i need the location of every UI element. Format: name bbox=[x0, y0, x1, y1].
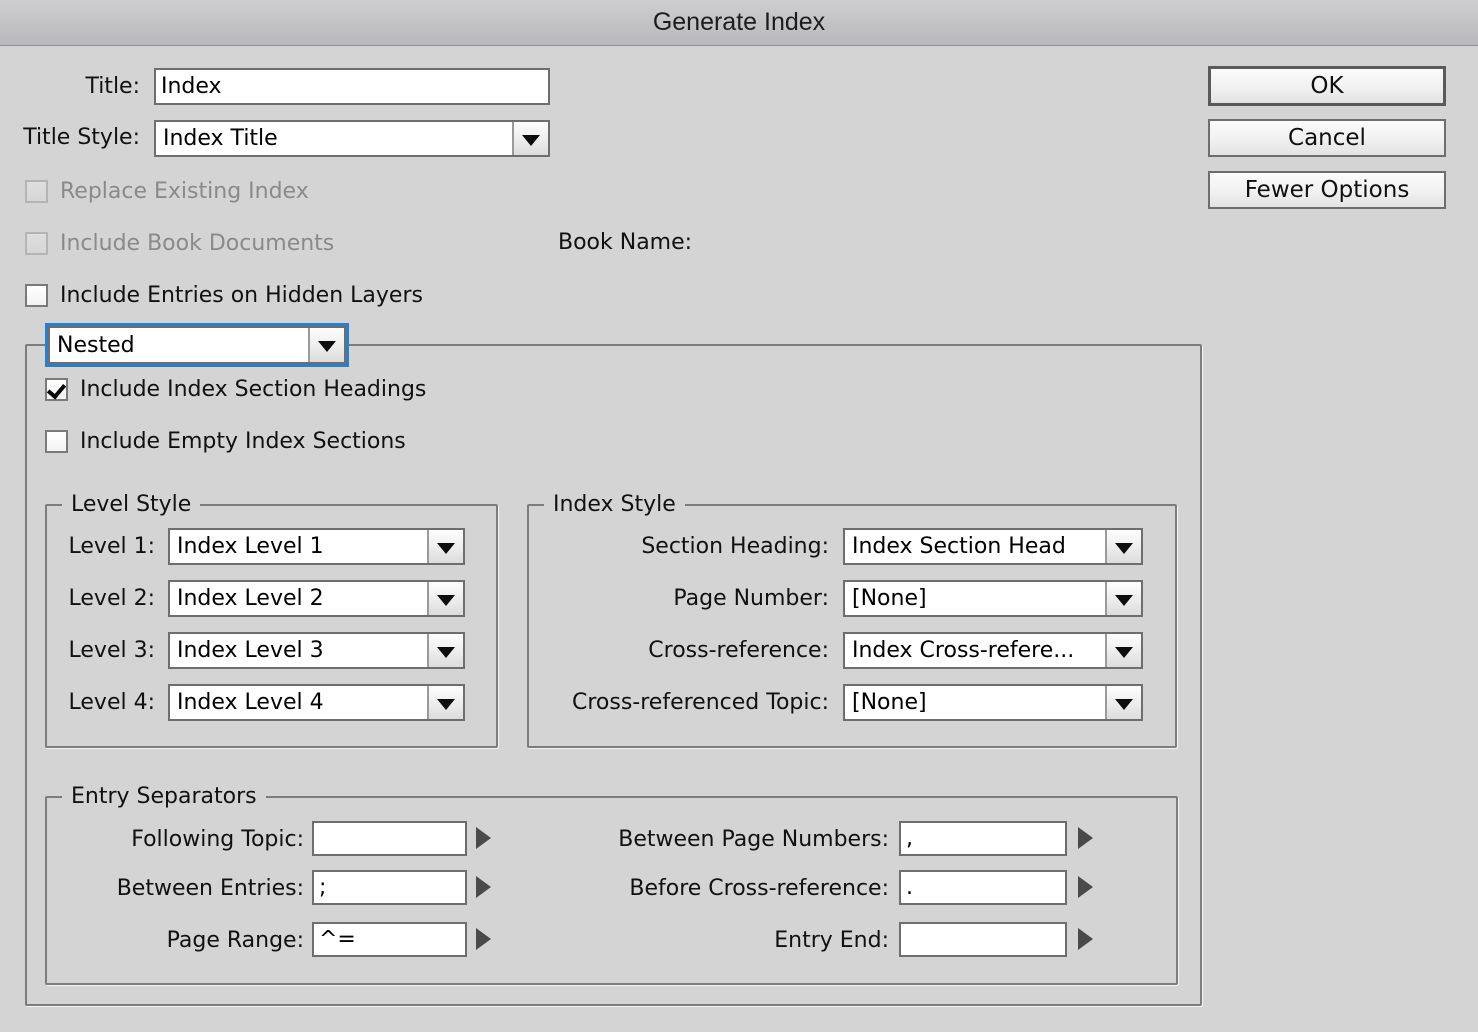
checkbox-label-replace-existing-index: Replace Existing Index bbox=[60, 179, 309, 204]
checkbox-include-index-section-headings[interactable]: Include Index Section Headings bbox=[45, 377, 426, 402]
before-cross-reference-label: Before Cross-reference: bbox=[555, 876, 889, 901]
chevron-down-icon[interactable] bbox=[308, 328, 344, 362]
checkbox-include-hidden-layers[interactable]: Include Entries on Hidden Layers bbox=[25, 283, 423, 308]
window-title: Generate Index bbox=[0, 0, 1478, 45]
title-label: Title: bbox=[0, 74, 140, 99]
cancel-button[interactable]: Cancel bbox=[1208, 119, 1446, 157]
level-4-label: Level 4: bbox=[45, 690, 155, 715]
between-entries-label: Between Entries: bbox=[60, 876, 304, 901]
entry-separators-group-title: Entry Separators bbox=[62, 784, 266, 809]
index-format-dropdown[interactable]: Nested bbox=[48, 326, 346, 364]
cross-referenced-topic-label: Cross-referenced Topic: bbox=[527, 690, 829, 715]
cross-reference-value: Index Cross-refere... bbox=[845, 634, 1105, 667]
chevron-down-icon[interactable] bbox=[427, 686, 463, 719]
checkbox-replace-existing-index[interactable]: Replace Existing Index bbox=[25, 179, 309, 204]
following-topic-label: Following Topic: bbox=[60, 827, 304, 852]
before-cross-reference-menu-icon[interactable] bbox=[1078, 876, 1093, 898]
checkbox-box-include-index-section-headings[interactable] bbox=[45, 378, 68, 401]
level-3-value: Index Level 3 bbox=[170, 634, 427, 667]
page-number-label: Page Number: bbox=[527, 586, 829, 611]
cross-reference-dropdown[interactable]: Index Cross-refere... bbox=[843, 632, 1143, 669]
between-page-numbers-input[interactable]: , bbox=[899, 821, 1067, 856]
between-entries-input[interactable]: ; bbox=[312, 870, 467, 905]
level-2-value: Index Level 2 bbox=[170, 582, 427, 615]
window-title-bar[interactable]: Generate Index bbox=[0, 0, 1478, 46]
level-style-group-title: Level Style bbox=[62, 492, 200, 517]
cross-referenced-topic-value: [None] bbox=[845, 686, 1105, 719]
section-heading-dropdown[interactable]: Index Section Head bbox=[843, 528, 1143, 565]
chevron-down-icon[interactable] bbox=[427, 582, 463, 615]
checkbox-box-include-hidden-layers[interactable] bbox=[25, 284, 48, 307]
section-heading-label: Section Heading: bbox=[527, 534, 829, 559]
following-topic-input[interactable] bbox=[312, 821, 467, 856]
checkbox-label-include-empty-index-sections: Include Empty Index Sections bbox=[80, 429, 406, 454]
page-range-label: Page Range: bbox=[60, 928, 304, 953]
chevron-down-icon[interactable] bbox=[1105, 582, 1141, 615]
level-2-label: Level 2: bbox=[45, 586, 155, 611]
chevron-down-icon[interactable] bbox=[1105, 686, 1141, 719]
entry-end-menu-icon[interactable] bbox=[1078, 928, 1093, 950]
checkbox-label-include-book-documents: Include Book Documents bbox=[60, 231, 334, 256]
checkbox-box-include-empty-index-sections[interactable] bbox=[45, 430, 68, 453]
checkbox-label-include-index-section-headings: Include Index Section Headings bbox=[80, 377, 426, 402]
chevron-down-icon[interactable] bbox=[427, 530, 463, 563]
between-entries-menu-icon[interactable] bbox=[476, 876, 491, 898]
page-range-menu-icon[interactable] bbox=[476, 928, 491, 950]
cross-reference-label: Cross-reference: bbox=[527, 638, 829, 663]
ok-button[interactable]: OK bbox=[1208, 66, 1446, 106]
index-style-group-title: Index Style bbox=[544, 492, 685, 517]
entry-end-label: Entry End: bbox=[555, 928, 889, 953]
title-style-dropdown[interactable]: Index Title bbox=[154, 120, 550, 157]
entry-end-input[interactable] bbox=[899, 922, 1067, 957]
page-number-dropdown[interactable]: [None] bbox=[843, 580, 1143, 617]
checkbox-label-include-hidden-layers: Include Entries on Hidden Layers bbox=[60, 283, 423, 308]
level-2-dropdown[interactable]: Index Level 2 bbox=[168, 580, 465, 617]
checkbox-include-empty-index-sections[interactable]: Include Empty Index Sections bbox=[45, 429, 406, 454]
title-style-value: Index Title bbox=[156, 122, 512, 155]
level-3-dropdown[interactable]: Index Level 3 bbox=[168, 632, 465, 669]
index-format-value: Nested bbox=[50, 328, 308, 362]
cross-referenced-topic-dropdown[interactable]: [None] bbox=[843, 684, 1143, 721]
checkbox-box-replace-existing-index[interactable] bbox=[25, 180, 48, 203]
section-heading-value: Index Section Head bbox=[845, 530, 1105, 563]
between-page-numbers-menu-icon[interactable] bbox=[1078, 827, 1093, 849]
level-1-value: Index Level 1 bbox=[170, 530, 427, 563]
page-number-value: [None] bbox=[845, 582, 1105, 615]
chevron-down-icon[interactable] bbox=[1105, 530, 1141, 563]
chevron-down-icon[interactable] bbox=[427, 634, 463, 667]
title-input[interactable]: Index bbox=[154, 68, 550, 105]
between-page-numbers-label: Between Page Numbers: bbox=[555, 827, 889, 852]
level-3-label: Level 3: bbox=[45, 638, 155, 663]
checkbox-box-include-book-documents[interactable] bbox=[25, 232, 48, 255]
following-topic-menu-icon[interactable] bbox=[476, 827, 491, 849]
level-4-dropdown[interactable]: Index Level 4 bbox=[168, 684, 465, 721]
fewer-options-button[interactable]: Fewer Options bbox=[1208, 171, 1446, 209]
checkbox-include-book-documents[interactable]: Include Book Documents bbox=[25, 231, 334, 256]
page-range-input[interactable]: ^= bbox=[312, 922, 467, 957]
before-cross-reference-input[interactable]: . bbox=[899, 870, 1067, 905]
title-style-label: Title Style: bbox=[0, 125, 140, 150]
chevron-down-icon[interactable] bbox=[512, 122, 548, 155]
level-1-dropdown[interactable]: Index Level 1 bbox=[168, 528, 465, 565]
chevron-down-icon[interactable] bbox=[1105, 634, 1141, 667]
level-1-label: Level 1: bbox=[45, 534, 155, 559]
book-name-label: Book Name: bbox=[558, 230, 692, 255]
level-4-value: Index Level 4 bbox=[170, 686, 427, 719]
